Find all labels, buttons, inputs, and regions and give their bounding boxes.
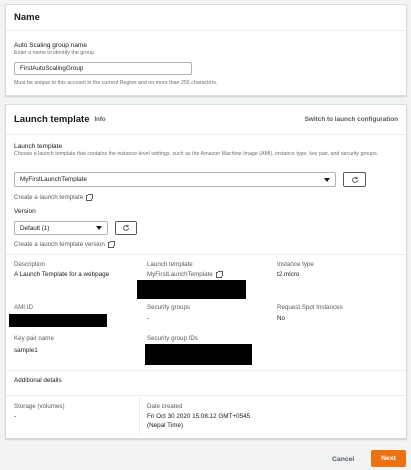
- create-launch-template-version-link[interactable]: Create a launch template version: [14, 240, 115, 248]
- request-spot-instances-value: No: [277, 315, 286, 322]
- instance-type-label: Instance type: [277, 261, 314, 268]
- storage-volumes-label: Storage (volumes): [14, 403, 65, 410]
- next-button[interactable]: Next: [371, 450, 406, 467]
- security-groups-label: Security groups: [147, 304, 190, 311]
- key-pair-name-label: Key pair name: [14, 335, 54, 342]
- description-value: A Launch Template for a webpage: [14, 271, 110, 278]
- external-link-icon: [215, 270, 223, 278]
- name-panel-title: Name: [14, 12, 40, 23]
- launch-template-select-value: MyFirstLaunchTemplate: [20, 176, 87, 183]
- description-label: Description: [14, 261, 45, 268]
- launch-template-detail-link[interactable]: MyFirstLaunchTemplate: [147, 270, 223, 278]
- version-select[interactable]: Default (1): [14, 221, 108, 235]
- asg-name-input[interactable]: FirstAutoScalingGroup: [14, 62, 192, 75]
- create-launch-template-label: Create a launch template: [14, 194, 84, 201]
- chevron-down-icon: [96, 226, 102, 230]
- external-link-icon: [107, 240, 115, 248]
- version-label: Version: [14, 208, 36, 215]
- external-link-icon: [86, 193, 94, 201]
- switch-to-launch-configuration-button[interactable]: Switch to launch configuration: [305, 116, 398, 123]
- launch-template-detail-label: Launch template: [147, 261, 193, 268]
- request-spot-instances-label: Request Spot Instances: [277, 304, 343, 311]
- security-groups-value: -: [147, 315, 150, 322]
- asg-name-constraint: Must be unique to this account in the cu…: [14, 80, 218, 86]
- name-panel: Name Auto Scaling group name Enter a nam…: [5, 4, 407, 96]
- details-divider: [6, 254, 406, 255]
- date-created-label: Date created: [147, 403, 183, 410]
- additional-divider: [6, 370, 406, 371]
- cancel-button[interactable]: Cancel: [332, 456, 354, 463]
- refresh-templates-button[interactable]: [343, 172, 366, 187]
- column-divider: [139, 397, 140, 435]
- create-launch-template-version-label: Create a launch template version: [14, 241, 105, 248]
- launch-template-label: Launch template: [14, 143, 63, 150]
- redacted-block: [9, 314, 107, 327]
- additional-details-title: Additional details: [14, 377, 62, 384]
- create-launch-template-link[interactable]: Create a launch template: [14, 193, 94, 201]
- name-panel-header: Name: [6, 5, 406, 31]
- launch-template-panel-header: Launch template Info Switch to launch co…: [6, 105, 406, 135]
- refresh-icon: [351, 176, 358, 183]
- launch-template-select[interactable]: MyFirstLaunchTemplate: [14, 172, 336, 187]
- refresh-icon: [123, 224, 129, 231]
- chevron-down-icon: [324, 177, 330, 182]
- ami-id-label: AMI ID: [14, 304, 33, 311]
- refresh-versions-button[interactable]: [115, 221, 137, 235]
- key-pair-name-value: sample1: [14, 347, 38, 354]
- version-select-value: Default (1): [20, 224, 50, 232]
- additional-inner-divider: [6, 395, 406, 396]
- storage-volumes-value: -: [14, 413, 17, 420]
- security-group-ids-label: Security group IDs: [147, 335, 198, 342]
- redacted-block: [145, 344, 252, 365]
- launch-template-detail-value: MyFirstLaunchTemplate: [147, 271, 213, 278]
- date-created-value: Fri Oct 30 2020 15:08:12 GMT+0545: [147, 413, 251, 420]
- date-created-timezone: (Nepal Time): [147, 422, 184, 429]
- asg-name-hint: Enter a name to identify the group.: [14, 50, 96, 56]
- instance-type-value: t2.micro: [277, 271, 300, 278]
- launch-template-hint: Choose a launch template that contains t…: [14, 151, 379, 157]
- launch-template-panel: Launch template Info Switch to launch co…: [5, 104, 407, 439]
- asg-name-label: Auto Scaling group name: [14, 42, 87, 49]
- launch-template-panel-title: Launch template: [14, 114, 90, 125]
- info-link[interactable]: Info: [95, 117, 106, 123]
- redacted-block: [137, 280, 246, 299]
